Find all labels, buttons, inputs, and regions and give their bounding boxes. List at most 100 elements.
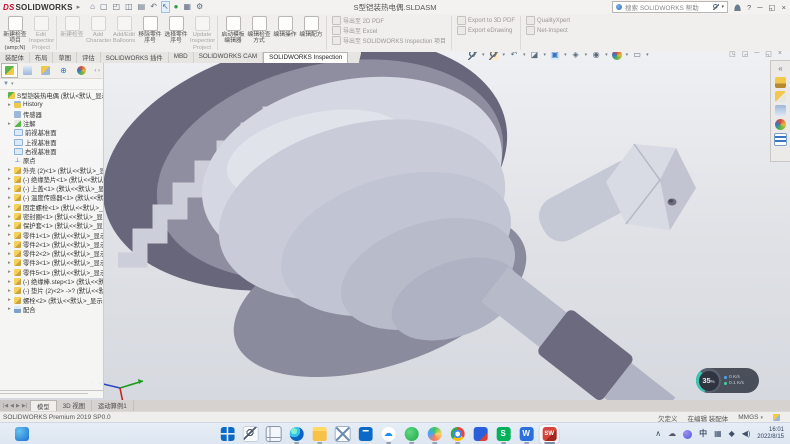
custom-properties-icon[interactable] <box>774 133 787 146</box>
model-3d[interactable]: * <box>0 52 790 400</box>
home-icon[interactable]: ⌂ <box>90 2 95 12</box>
features-tab[interactable] <box>1 63 18 78</box>
hide-show-items-dropdown-icon[interactable]: ▾ <box>605 52 608 58</box>
appearances-icon[interactable] <box>612 52 622 60</box>
tree-item[interactable]: ⊥原点 <box>0 156 103 165</box>
tree-item[interactable]: ▸(-) 上盖<1> (默认<<默认>_显示状 <box>0 184 103 193</box>
design-library-icon[interactable] <box>775 77 786 88</box>
dimxpert-tab[interactable]: ⊕ <box>55 63 72 78</box>
open-icon[interactable]: ◰ <box>113 2 121 12</box>
doc-restore-icon[interactable]: ◱ <box>765 50 772 58</box>
appearances-scenes-icon[interactable] <box>775 119 786 130</box>
ime-icon[interactable]: 中 <box>699 427 707 441</box>
view-tab-模型[interactable]: 模型 <box>30 400 57 411</box>
task-view-button[interactable] <box>264 425 283 444</box>
zoom-fit-dropdown-icon[interactable]: ▾ <box>482 52 485 58</box>
hide-show-items-icon[interactable]: ◉ <box>591 52 601 60</box>
zoom-fit-icon[interactable] <box>468 52 478 60</box>
tree-item[interactable]: ▸(-) 温度传感器<1> (默认<<默认>_ <box>0 193 103 202</box>
cloud-app-button[interactable]: ☁ <box>379 425 398 444</box>
tab-MBD[interactable]: MBD <box>169 52 194 63</box>
360-safe-button[interactable] <box>402 425 421 444</box>
tree-item[interactable]: 前视基准面 <box>0 128 103 137</box>
search-dropdown-icon[interactable]: ▾ <box>722 4 725 10</box>
tab-装配体[interactable]: 装配体 <box>0 52 30 63</box>
tree-item[interactable]: ▸螺栓<2> (默认<<默认>_显示状态 <box>0 296 103 305</box>
remove-balloons-button[interactable]: 移除零件序号 <box>137 14 163 52</box>
tree-item[interactable]: ▸外壳 (2)<1> (默认<<默认>_显示状 <box>0 165 103 174</box>
app-w-button[interactable]: W <box>517 425 536 444</box>
chrome-button[interactable] <box>448 425 467 444</box>
status-item[interactable]: MMGS▾ <box>738 414 763 421</box>
tab-布局[interactable]: 布局 <box>30 52 54 63</box>
file-properties-icon[interactable]: ▦ <box>183 2 191 12</box>
doc-close-icon[interactable]: × <box>778 50 782 58</box>
view-tab-nav-arrow-icon[interactable]: ▶ <box>16 403 20 409</box>
view-orientation-icon[interactable]: ▣ <box>550 52 560 60</box>
tree-item[interactable]: ▸零件5<1> (默认<<默认>_显示状态 <box>0 268 103 277</box>
view-orientation-dropdown-icon[interactable]: ▾ <box>564 52 567 58</box>
search-button[interactable] <box>241 425 260 444</box>
tree-item[interactable]: ▸零件1<1> (默认<<默认>_显示状态 <box>0 230 103 239</box>
panel-tab-arrows-icon[interactable]: ‹ › <box>94 68 102 74</box>
view-tab-nav-arrow-icon[interactable]: |◀ <box>3 403 8 409</box>
360-browser-button[interactable] <box>425 425 444 444</box>
help-button[interactable]: ? <box>747 3 751 12</box>
tree-item[interactable]: ▸零件3<1> (默认<<默认>_显示状态 <box>0 258 103 267</box>
menu-flyout-arrow[interactable]: ▸ <box>77 3 81 11</box>
file-explorer-button[interactable] <box>310 425 329 444</box>
display-style-icon[interactable]: ◈ <box>571 52 581 60</box>
template-editor-button[interactable]: 启动模板编辑器 <box>220 14 246 52</box>
tree-filter-row[interactable]: ▼ ▾ <box>0 79 103 90</box>
tree-item[interactable]: ▸零件2<2> (默认<<默认>_显示状态 <box>0 249 103 258</box>
new-inspection-button[interactable]: 新建检查项目 (amp;N) <box>2 14 28 52</box>
close-button[interactable]: × <box>782 3 786 12</box>
view-palette-icon[interactable] <box>775 105 786 116</box>
restore-button[interactable]: ◱ <box>769 3 776 12</box>
view-tab-3D 视图[interactable]: 3D 视图 <box>57 400 92 411</box>
speed-ball-overlay[interactable]: 35% 0 K/s 0.1 K/s <box>696 368 759 393</box>
zoom-area-icon[interactable] <box>489 52 499 60</box>
doc-minimize-icon[interactable]: ─ <box>754 50 759 58</box>
touch-keyboard-icon[interactable]: ▦ <box>714 427 722 441</box>
new-document-icon[interactable]: ▢ <box>100 2 108 12</box>
security-ball-icon[interactable] <box>683 430 692 439</box>
tree-item[interactable]: ▸配合 <box>0 305 103 314</box>
tree-item[interactable]: 传感器 <box>0 110 103 119</box>
tree-item[interactable]: ▸密封圈<1> (默认<<默认>_显示状 <box>0 212 103 221</box>
configurations-tab[interactable] <box>37 63 54 78</box>
section-view-icon[interactable]: ◪ <box>530 52 540 60</box>
scene-icon[interactable]: ▭ <box>632 52 642 60</box>
section-view-dropdown-icon[interactable]: ▾ <box>544 52 547 58</box>
unit-system-dropdown-icon[interactable]: ▾ <box>760 415 763 421</box>
display-manager-tab[interactable] <box>73 63 90 78</box>
filter-funnel-icon[interactable]: ▼ <box>3 81 9 87</box>
onedrive-icon[interactable]: ☁ <box>668 427 676 441</box>
tree-item[interactable]: ▸零件2<1> (默认<<默认>_显示状态 <box>0 240 103 249</box>
tree-item[interactable]: ▸(-) 绝缘棒.step<1> (默认<<默认> <box>0 277 103 286</box>
view-tab-nav-arrow-icon[interactable]: ▶| <box>22 403 27 409</box>
edit-recipe-button[interactable]: 编辑配方 <box>298 14 324 52</box>
tree-item[interactable]: ▸History <box>0 100 103 109</box>
view-tab-运动算例1[interactable]: 运动算例1 <box>92 400 134 411</box>
defender-shield-icon[interactable]: ◆ <box>729 427 735 441</box>
tab-SOLIDWORKS 插件[interactable]: SOLIDWORKS 插件 <box>101 52 169 63</box>
tree-item[interactable]: ▸(-) 绝缘垫片<1> (默认<<默认>_显 <box>0 175 103 184</box>
options-icon[interactable]: ⚙ <box>196 2 203 12</box>
doc-tile-icon[interactable]: ◲ <box>742 50 749 58</box>
panel-splitter[interactable] <box>0 390 103 398</box>
tab-SOLIDWORKS Inspection[interactable]: SOLIDWORKS Inspection <box>263 52 348 63</box>
start-button[interactable] <box>218 425 237 444</box>
status-options-icon[interactable] <box>773 414 780 421</box>
display-style-dropdown-icon[interactable]: ▾ <box>585 52 588 58</box>
app-s-button[interactable]: S <box>494 425 513 444</box>
previous-view-dropdown-icon[interactable]: ▾ <box>523 52 526 58</box>
minimize-button[interactable]: ─ <box>757 3 762 12</box>
mail-button[interactable] <box>333 425 352 444</box>
widgets-button[interactable] <box>12 425 31 444</box>
edge-button[interactable] <box>287 425 306 444</box>
scene-dropdown-icon[interactable]: ▾ <box>646 52 649 58</box>
tree-item[interactable]: 右视基准面 <box>0 147 103 156</box>
tree-item[interactable]: ▸固定螺栓<1> (默认<<默认>_显示 <box>0 203 103 212</box>
print-icon[interactable]: ▤ <box>138 2 146 12</box>
